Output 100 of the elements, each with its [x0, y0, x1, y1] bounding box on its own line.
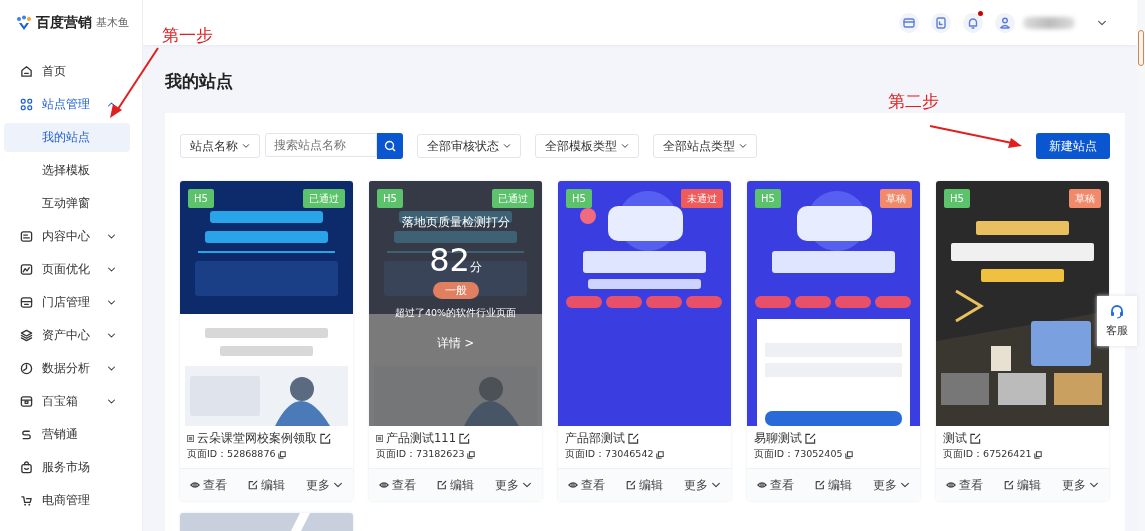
- chevron-down-icon: [900, 480, 910, 490]
- sidebar-item[interactable]: 数据分析: [0, 352, 142, 385]
- sidebar-item[interactable]: 资产中心: [0, 319, 142, 352]
- view-button[interactable]: 查看: [568, 477, 605, 493]
- page-id: 页面ID：73052405: [754, 448, 843, 461]
- type-tag: H5: [377, 189, 403, 208]
- brand-name: 百度营销: [36, 13, 92, 32]
- edit-button[interactable]: 编辑: [437, 477, 474, 493]
- bell-icon[interactable]: [963, 12, 983, 33]
- annotation-text: 第一步: [162, 24, 213, 47]
- edit-icon: [815, 480, 825, 490]
- customer-service-button[interactable]: 客服: [1097, 296, 1137, 346]
- search-icon: [384, 140, 396, 152]
- status-tag: 已通过: [303, 189, 345, 208]
- chevron-down-icon: [522, 480, 532, 490]
- edit-button[interactable]: 编辑: [248, 477, 285, 493]
- sidebar-item[interactable]: 服务市场: [0, 451, 142, 484]
- wallet-icon[interactable]: [899, 12, 919, 33]
- chevron-down-icon: [739, 142, 747, 150]
- page-id: 页面ID：73182623: [376, 448, 465, 461]
- clipboard-icon[interactable]: [931, 12, 951, 33]
- site-name: 产品部测试: [565, 431, 625, 446]
- edit-button[interactable]: 编辑: [815, 477, 852, 493]
- view-button[interactable]: 查看: [379, 477, 416, 493]
- page-id: 页面ID：73046542: [565, 448, 654, 461]
- sidebar-item[interactable]: 站点管理: [0, 88, 142, 121]
- more-button[interactable]: 更多: [306, 477, 343, 493]
- page-title: 我的站点: [165, 71, 233, 91]
- edit-icon[interactable]: [628, 433, 639, 444]
- chevron-down-icon: [503, 142, 511, 150]
- grid-icon: [20, 98, 33, 111]
- site-name: 易聊测试: [754, 431, 802, 446]
- grade-tag: 一般: [432, 282, 479, 299]
- status-tag: 未通过: [681, 189, 723, 208]
- sidebar-item[interactable]: 门店管理: [0, 286, 142, 319]
- sidebar-item[interactable]: 电商管理: [0, 484, 142, 517]
- edit-icon: [437, 480, 447, 490]
- site-name: 测试: [943, 431, 967, 446]
- score-title: 落地页质量检测打分: [401, 214, 510, 231]
- scrollbar-thumb[interactable]: [1138, 30, 1144, 66]
- sidebar-item[interactable]: 百宝箱: [0, 385, 142, 418]
- store-icon: [20, 296, 33, 309]
- eye-icon: [190, 480, 200, 490]
- chevron-down-icon: [107, 232, 116, 241]
- pie-chart-icon: [20, 362, 33, 375]
- product-name: 基木鱼: [96, 15, 129, 30]
- sidebar-subitem[interactable]: 选择模板: [4, 156, 130, 185]
- copy-icon[interactable]: [467, 450, 476, 459]
- more-button[interactable]: 更多: [1062, 477, 1099, 493]
- user-icon[interactable]: [995, 12, 1015, 33]
- headset-icon: [1109, 304, 1125, 320]
- filter-dropdown[interactable]: 全部审核状态: [417, 134, 521, 158]
- sidebar-item[interactable]: 内容中心: [0, 220, 142, 253]
- eye-icon: [568, 480, 578, 490]
- eye-icon: [379, 480, 389, 490]
- sidebar-item[interactable]: 营销通: [0, 418, 142, 451]
- filter-dropdown[interactable]: 全部站点类型: [653, 134, 757, 158]
- chevron-down-icon: [333, 480, 343, 490]
- view-button[interactable]: 查看: [946, 477, 983, 493]
- type-tag: H5: [755, 189, 781, 208]
- annotation-text: 第二步: [888, 90, 939, 113]
- field-select[interactable]: 站点名称: [180, 134, 260, 158]
- site-name: 产品测试111: [386, 431, 456, 446]
- type-tag: H5: [566, 189, 592, 208]
- view-button[interactable]: 查看: [757, 477, 794, 493]
- copy-icon[interactable]: [845, 450, 854, 459]
- view-button[interactable]: 查看: [190, 477, 227, 493]
- chevron-down-icon: [711, 480, 721, 490]
- score-unit: 分: [469, 260, 482, 276]
- edit-icon[interactable]: [458, 433, 470, 444]
- layers-icon: [20, 329, 33, 342]
- copy-icon[interactable]: [1034, 450, 1043, 459]
- sidebar-item[interactable]: 首页: [0, 55, 142, 88]
- sidebar-subitem[interactable]: 互动弹窗: [4, 189, 130, 218]
- chevron-down-icon: [107, 265, 116, 274]
- chevron-down-icon: [107, 298, 116, 307]
- search-field[interactable]: 搜索站点名称: [265, 133, 377, 157]
- edit-icon[interactable]: [320, 433, 331, 444]
- more-button[interactable]: 更多: [684, 477, 721, 493]
- sidebar-item[interactable]: 页面优化: [0, 253, 142, 286]
- brand-logo: [16, 14, 32, 31]
- page-id: 页面ID：52868876: [187, 448, 276, 461]
- chevron-down-icon: [107, 397, 116, 406]
- new-site-button[interactable]: 新建站点: [1036, 133, 1110, 159]
- edit-icon[interactable]: [805, 433, 816, 444]
- copy-icon[interactable]: [278, 450, 287, 459]
- filter-dropdown[interactable]: 全部模板类型: [535, 134, 639, 158]
- search-button[interactable]: [377, 133, 403, 159]
- details-link[interactable]: 详情 >: [436, 336, 475, 351]
- more-button[interactable]: 更多: [873, 477, 910, 493]
- sidebar-subitem[interactable]: 我的站点: [4, 123, 130, 152]
- chevron-up-icon: [107, 100, 116, 109]
- edit-button[interactable]: 编辑: [626, 477, 663, 493]
- copy-icon[interactable]: [656, 450, 665, 459]
- more-button[interactable]: 更多: [495, 477, 532, 493]
- toolbox-icon: [20, 395, 33, 408]
- bag-icon: [20, 461, 33, 474]
- edit-button[interactable]: 编辑: [1004, 477, 1041, 493]
- edit-icon[interactable]: [970, 433, 981, 444]
- cart-icon: [20, 494, 33, 507]
